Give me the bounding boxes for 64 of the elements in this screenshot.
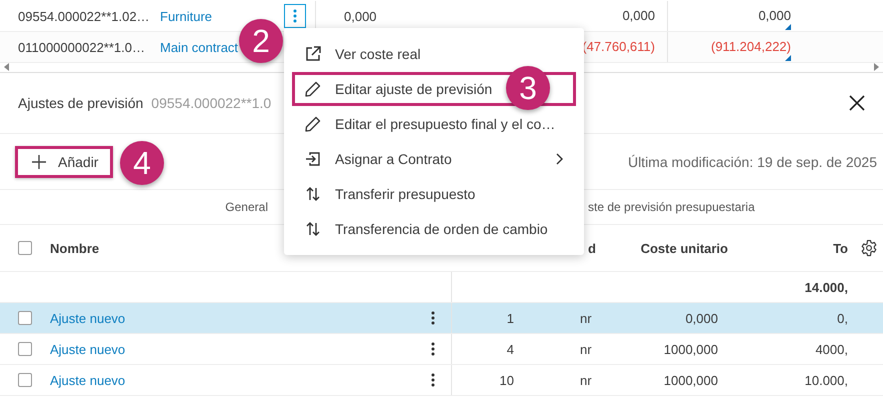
menu-item[interactable]: Transferencia de orden de cambio xyxy=(292,212,576,246)
transfer-arrows-icon xyxy=(305,186,321,202)
scroll-right-icon[interactable] xyxy=(874,63,879,71)
plus-icon xyxy=(32,154,46,168)
table-cell: 1 xyxy=(506,310,514,326)
table-cell: 0, xyxy=(837,310,848,326)
row-code: 09554.000022**1.02… xyxy=(18,8,150,24)
panel-title: Ajustes de previsión xyxy=(18,95,144,111)
table-cell: 0,000 xyxy=(622,8,655,23)
step-badge: 4 xyxy=(120,141,164,185)
table-cell: 10 xyxy=(500,372,514,388)
checkbox[interactable] xyxy=(18,342,32,356)
total-value: 14.000, xyxy=(804,280,848,294)
table-cell: (911.204,222) xyxy=(711,39,791,54)
more-button[interactable] xyxy=(284,4,306,28)
checkbox[interactable] xyxy=(18,241,32,255)
table-cell: 0,000 xyxy=(344,8,377,24)
menu-item[interactable]: Transferir presupuesto xyxy=(292,177,576,211)
table-cell: 1000,000 xyxy=(664,342,718,356)
table-cell: 10.000, xyxy=(804,372,848,388)
last-modified-text: Última modificación: 19 de sep. de 2025 xyxy=(628,154,877,170)
menu-item[interactable]: Editar el presupuesto final y el co… xyxy=(292,107,576,141)
column-header: Nombre xyxy=(50,240,100,256)
column-header: Coste unitario xyxy=(640,240,728,256)
adjustment-link[interactable]: Ajuste nuevo xyxy=(50,342,126,356)
scroll-left-icon[interactable] xyxy=(4,63,9,71)
table-cell: 4000, xyxy=(815,342,848,356)
more-icon[interactable] xyxy=(430,373,434,387)
add-button[interactable]: Añadir xyxy=(15,146,114,178)
enter-icon xyxy=(305,151,321,167)
corner-marker-icon xyxy=(785,55,791,61)
table-cell: 4 xyxy=(506,342,514,356)
more-icon xyxy=(293,9,297,23)
table-row[interactable]: Ajuste nuevo 10 nr 1000,000 10.000, xyxy=(0,365,883,396)
table-cell: nr xyxy=(580,372,592,388)
transfer-arrows-icon xyxy=(305,221,321,237)
column-header: d xyxy=(588,240,596,256)
table-cell: nr xyxy=(580,342,592,356)
row-name-link[interactable]: Furniture xyxy=(160,8,212,24)
table-cell: 0,000 xyxy=(685,310,718,326)
step-badge: 2 xyxy=(239,19,283,63)
menu-item[interactable]: Asignar a Contrato xyxy=(292,142,576,176)
checkbox[interactable] xyxy=(18,373,32,387)
table-cell: 1000,000 xyxy=(664,372,718,388)
column-header: To xyxy=(833,240,848,256)
pencil-icon xyxy=(305,81,321,97)
more-icon[interactable] xyxy=(430,311,434,325)
table-cell: nr xyxy=(580,310,592,326)
more-icon[interactable] xyxy=(430,342,434,356)
adjustment-link[interactable]: Ajuste nuevo xyxy=(50,372,126,388)
table-cell: 0,000 xyxy=(758,8,791,23)
panel-subtitle: 09554.000022**1.0 xyxy=(151,95,272,111)
pencil-icon xyxy=(305,116,321,132)
close-icon[interactable] xyxy=(849,95,865,111)
column-group-header: ste de previsión presupuestaria xyxy=(588,200,755,214)
table-row[interactable]: Ajuste nuevo 4 nr 1000,000 4000, xyxy=(0,334,883,365)
row-name-link[interactable]: Main contract xyxy=(160,40,238,54)
row-code: 011000000022**1.0… xyxy=(18,40,145,54)
column-group-header: General xyxy=(225,200,268,214)
checkbox[interactable] xyxy=(18,311,32,325)
external-link-icon xyxy=(305,46,321,62)
table-row[interactable]: Ajuste nuevo 1 nr 0,000 0, xyxy=(0,303,883,334)
settings-icon[interactable] xyxy=(860,239,878,257)
table-cell: (47.760,611) xyxy=(582,39,655,54)
